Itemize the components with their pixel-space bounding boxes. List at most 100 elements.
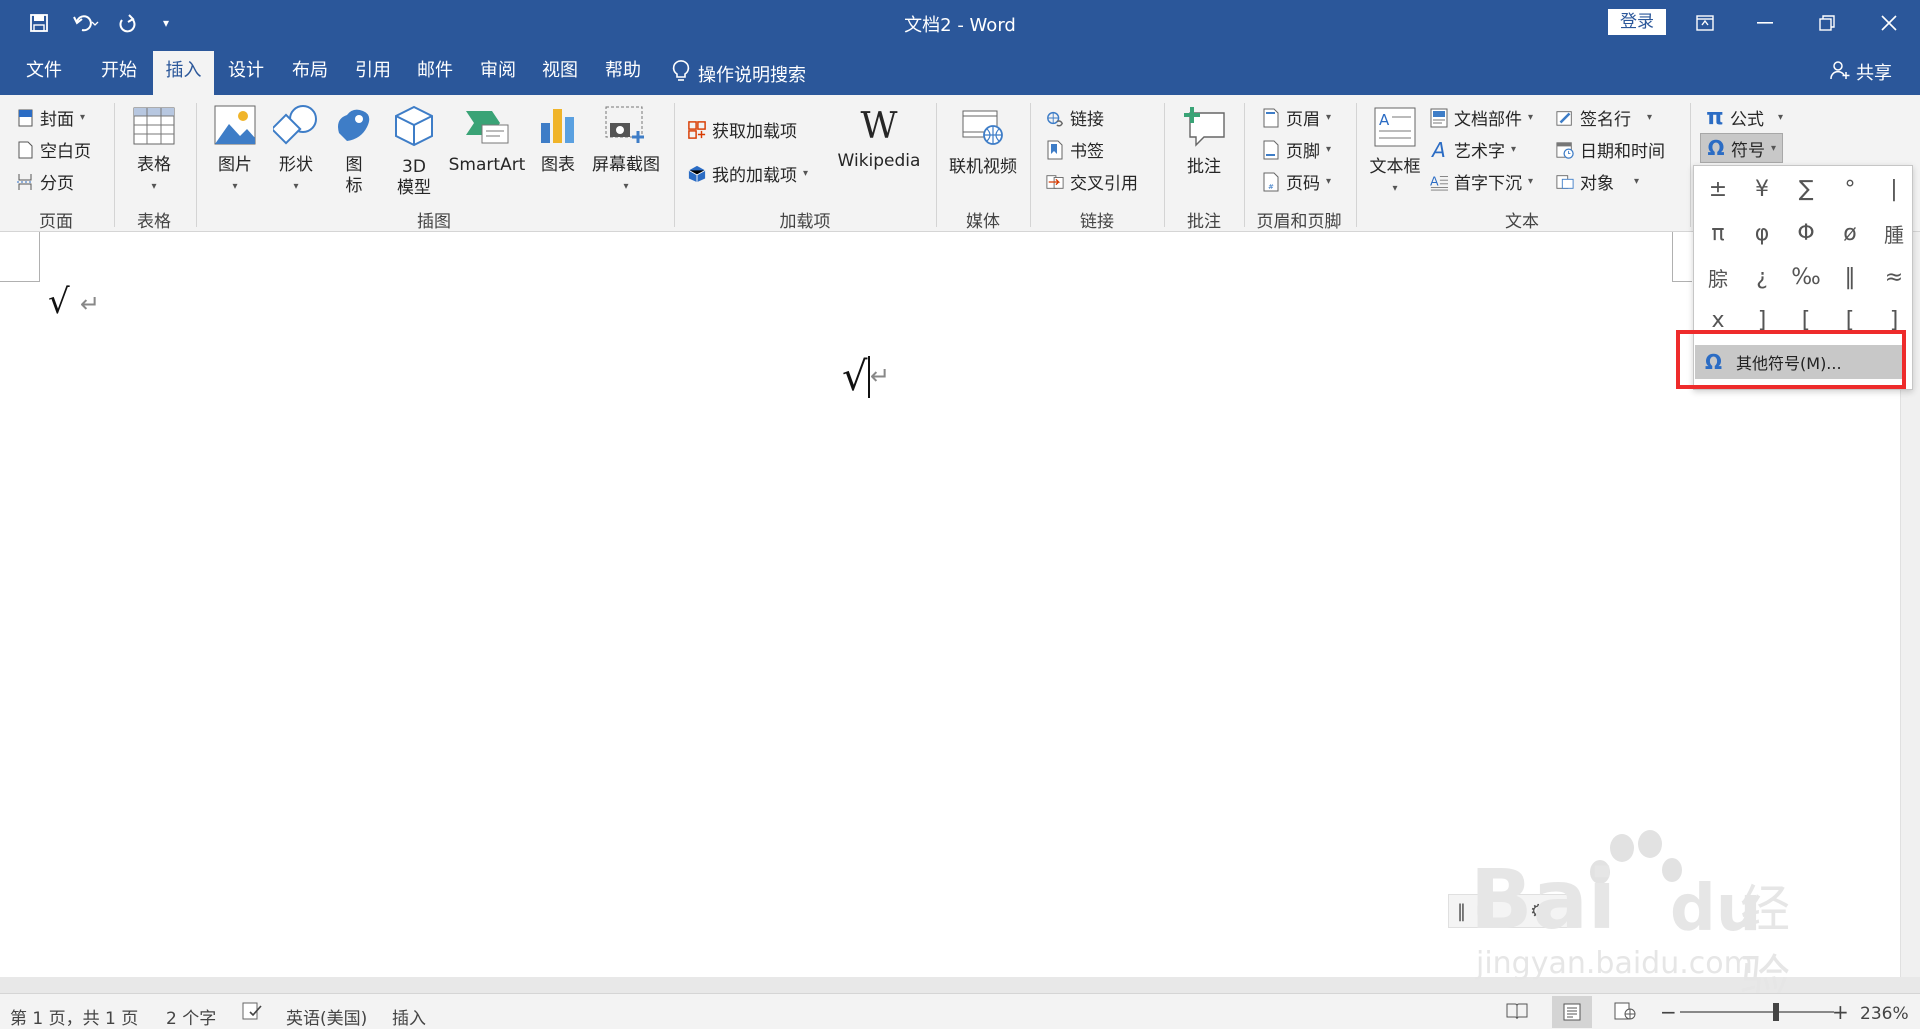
drop-cap-button[interactable]: A 首字下沉 ▾ <box>1430 169 1533 194</box>
quick-parts-button[interactable]: 文档部件 ▾ <box>1430 105 1533 130</box>
tab-view[interactable]: 视图 <box>530 51 590 95</box>
cover-page-icon <box>16 108 34 128</box>
proofing-icon[interactable] <box>242 1002 262 1025</box>
zoom-in-button[interactable]: + <box>1832 1000 1849 1024</box>
status-bar: 第 1 页，共 1 页 2 个字 英语(美国) 插入 − + 236% <box>0 993 1920 1029</box>
language-indicator[interactable]: 英语(美国) <box>286 1004 367 1029</box>
close-icon[interactable] <box>1866 6 1912 40</box>
symbol-cell[interactable]: ∑ <box>1784 168 1828 210</box>
group-label-comments: 批注 <box>1187 212 1221 232</box>
tab-help[interactable]: 帮助 <box>593 51 653 95</box>
share-button[interactable]: 共享 <box>1830 59 1892 85</box>
symbol-cell[interactable]: ‰ <box>1784 256 1828 298</box>
table-icon <box>126 107 182 151</box>
header-icon <box>1262 108 1280 128</box>
online-video-button[interactable]: 联机视频 <box>946 107 1020 178</box>
blank-page-button[interactable]: 空白页 <box>16 137 91 162</box>
object-button[interactable]: 对象 ▾ <box>1556 169 1639 194</box>
symbol-cell[interactable]: | <box>1872 168 1916 210</box>
symbol-cell[interactable]: ø <box>1828 212 1872 254</box>
tab-file[interactable]: 文件 <box>10 51 78 95</box>
table-button[interactable]: 表格 ▾ <box>126 107 182 197</box>
date-time-button[interactable]: 日期和时间 <box>1556 137 1665 162</box>
page-count[interactable]: 第 1 页，共 1 页 <box>10 1004 138 1029</box>
tab-insert[interactable]: 插入 <box>153 51 214 95</box>
text-box-button[interactable]: A 文本框 ▾ <box>1364 107 1426 199</box>
ribbon-display-icon[interactable] <box>1682 6 1728 40</box>
zoom-slider-track[interactable] <box>1680 1011 1834 1013</box>
insert-mode[interactable]: 插入 <box>392 1004 426 1029</box>
my-addins-button[interactable]: 我的加载项 ▾ <box>688 161 808 186</box>
screenshot-button[interactable]: 屏幕截图 ▾ <box>588 105 664 197</box>
page-break-icon <box>16 172 34 192</box>
symbol-button[interactable]: Ω 符号 ▾ <box>1700 133 1784 163</box>
picture-button[interactable]: 图片 ▾ <box>210 105 260 197</box>
new-comment-button[interactable]: 批注 <box>1176 105 1232 178</box>
symbol-cell[interactable]: Φ <box>1784 212 1828 254</box>
footer-button[interactable]: 页脚 ▾ <box>1262 137 1331 162</box>
svg-text:#: # <box>1268 183 1274 191</box>
smartart-button[interactable]: SmartArt <box>446 105 528 176</box>
wikipedia-button[interactable]: W Wikipedia <box>834 107 924 172</box>
3d-models-button[interactable]: 3D 模型 <box>388 105 440 199</box>
my-addins-icon <box>688 164 706 184</box>
page-number-button[interactable]: # 页码 ▾ <box>1262 169 1331 194</box>
symbol-cell[interactable]: ° <box>1828 168 1872 210</box>
tell-me-search[interactable]: 操作说明搜索 <box>672 60 806 87</box>
equation-button[interactable]: π 公式 ▾ <box>1706 105 1783 130</box>
zoom-out-button[interactable]: − <box>1660 1000 1677 1024</box>
symbol-cell[interactable]: ¥ <box>1740 168 1784 210</box>
wordart-button[interactable]: A 艺术字 ▾ <box>1430 137 1516 163</box>
chart-icon <box>532 105 584 151</box>
symbol-cell[interactable]: ¿ <box>1740 256 1784 298</box>
page-break-button[interactable]: 分页 <box>16 169 74 194</box>
tab-home[interactable]: 开始 <box>86 51 152 95</box>
chart-button[interactable]: 图表 <box>532 105 584 176</box>
symbol-cell[interactable]: 腙 <box>1696 256 1740 298</box>
tab-references[interactable]: 引用 <box>343 51 403 95</box>
ribbon-tab-row: 文件 开始 插入 设计 布局 引用 邮件 审阅 视图 帮助 操作说明搜索 共享 <box>0 46 1920 95</box>
shapes-icon <box>268 105 324 151</box>
tab-review[interactable]: 审阅 <box>468 51 528 95</box>
tab-layout[interactable]: 布局 <box>280 51 340 95</box>
symbol-cell[interactable]: φ <box>1740 212 1784 254</box>
symbol-cell[interactable]: ≈ <box>1872 256 1916 298</box>
tab-design[interactable]: 设计 <box>216 51 276 95</box>
zoom-level[interactable]: 236% <box>1860 1004 1909 1024</box>
symbol-cell[interactable]: ‖ <box>1828 256 1872 298</box>
login-button[interactable]: 登录 <box>1608 9 1666 35</box>
icons-button[interactable]: 图 标 <box>330 105 378 197</box>
link-button[interactable]: 链接 <box>1046 105 1104 130</box>
check-symbol-2: √ <box>842 354 868 400</box>
cross-reference-button[interactable]: 交叉引用 <box>1046 169 1138 194</box>
header-button[interactable]: 页眉 ▾ <box>1262 105 1331 130</box>
symbol-cell[interactable]: 腫 <box>1872 212 1916 254</box>
svg-text:A: A <box>1430 173 1439 188</box>
minimize-icon[interactable] <box>1742 6 1788 40</box>
tab-mailings[interactable]: 邮件 <box>405 51 465 95</box>
web-layout-icon[interactable] <box>1614 1002 1636 1025</box>
calendar-icon <box>1556 140 1574 160</box>
symbol-cell[interactable]: ± <box>1696 168 1740 210</box>
group-label-media: 媒体 <box>966 212 1000 232</box>
group-label-tables: 表格 <box>137 212 171 232</box>
shapes-button[interactable]: 形状 ▾ <box>268 105 324 197</box>
print-layout-icon[interactable] <box>1552 996 1592 1028</box>
read-mode-icon[interactable] <box>1506 1002 1528 1025</box>
group-label-pages: 页面 <box>39 212 73 232</box>
cover-page-button[interactable]: 封面 ▾ <box>16 105 85 130</box>
blank-page-icon <box>16 140 34 160</box>
check-symbol-1: √ <box>48 282 70 322</box>
paragraph-mark-2: ↵ <box>870 362 891 390</box>
screenshot-icon <box>588 105 664 151</box>
zoom-slider-thumb[interactable] <box>1773 1003 1779 1021</box>
omega-icon: Ω <box>1707 136 1725 160</box>
annotation-highlight-box <box>1676 330 1906 389</box>
video-icon <box>946 107 1020 153</box>
word-count[interactable]: 2 个字 <box>166 1004 216 1029</box>
restore-icon[interactable] <box>1804 6 1850 40</box>
signature-line-button[interactable]: 签名行 ▾ <box>1556 105 1652 130</box>
bookmark-button[interactable]: 书签 <box>1046 137 1104 162</box>
get-addins-button[interactable]: 获取加载项 <box>688 117 797 142</box>
symbol-cell[interactable]: π <box>1696 212 1740 254</box>
